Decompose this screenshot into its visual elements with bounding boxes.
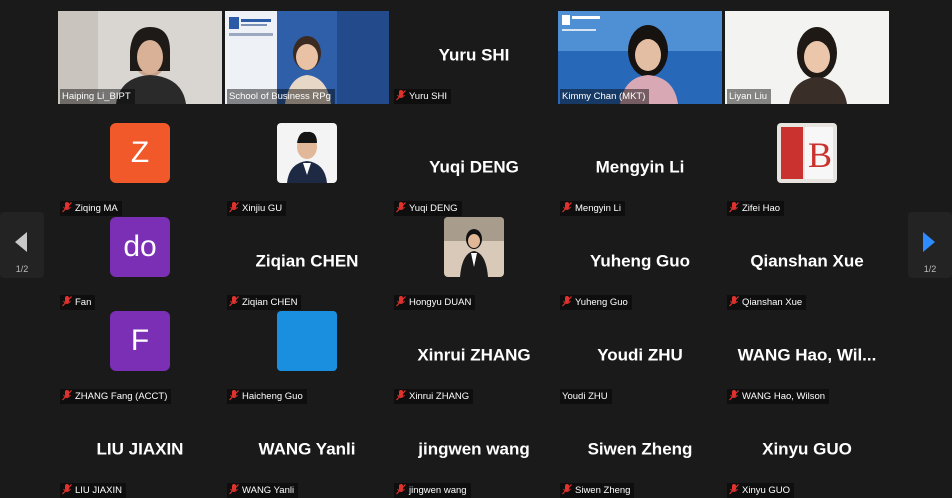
avatar xyxy=(277,311,337,371)
participant-tile[interactable]: do Fan xyxy=(58,217,222,310)
profile-photo xyxy=(444,217,504,277)
participant-name-label: School of Business RPg xyxy=(227,89,335,104)
muted-mic-icon xyxy=(562,484,572,495)
participant-tile[interactable]: jingwen wang jingwen wang xyxy=(392,405,556,498)
muted-mic-icon xyxy=(229,484,239,495)
avatar: F xyxy=(110,311,170,371)
participant-name-label: Xinyu GUO xyxy=(727,483,795,498)
participant-tile[interactable]: Siwen Zheng Siwen Zheng xyxy=(558,405,722,498)
muted-mic-icon xyxy=(62,390,72,401)
active-speaker-tile[interactable]: Kimmy Chan (MKT) xyxy=(558,11,722,104)
participant-tile[interactable]: Ziqian CHEN Ziqian CHEN xyxy=(225,217,389,310)
participant-display-name: Yuru SHI xyxy=(438,45,510,65)
muted-mic-icon xyxy=(229,390,239,401)
muted-mic-icon xyxy=(396,484,406,495)
participant-display-name: WANG Yanli xyxy=(258,439,356,459)
muted-mic-icon xyxy=(229,202,239,213)
participant-tile[interactable]: Yuru SHI Yuru SHI xyxy=(392,11,556,104)
participant-name-label: Yuheng Guo xyxy=(560,295,632,310)
participant-tile[interactable]: Yuheng Guo Yuheng Guo xyxy=(558,217,722,310)
participant-name-label: Youdi ZHU xyxy=(560,389,612,404)
profile-photo: B xyxy=(777,123,837,183)
participant-display-name: LIU JIAXIN xyxy=(96,439,184,459)
muted-mic-icon xyxy=(729,296,739,307)
muted-mic-icon xyxy=(62,202,72,213)
profile-photo xyxy=(277,123,337,183)
participant-name-label: jingwen wang xyxy=(394,483,471,498)
participant-name-label: Kimmy Chan (MKT) xyxy=(560,89,650,104)
participant-name-label: WANG Hao, Wilson xyxy=(727,389,830,404)
participant-tile[interactable]: School of Business RPg xyxy=(225,11,389,104)
participant-tile[interactable]: Haicheng Guo xyxy=(225,311,389,404)
gallery-grid: Haiping Li_BIPT School of Business RPg Y… xyxy=(58,11,892,498)
muted-mic-icon xyxy=(62,296,72,307)
muted-mic-icon xyxy=(396,202,406,213)
participant-tile[interactable]: Z Ziqing MA xyxy=(58,123,222,216)
muted-mic-icon xyxy=(396,296,406,307)
participant-tile[interactable]: Xinjiu GU xyxy=(225,123,389,216)
participant-tile[interactable]: Yuqi DENG Yuqi DENG xyxy=(392,123,556,216)
muted-mic-icon xyxy=(396,390,406,401)
chevron-left-icon xyxy=(15,232,27,252)
next-page-button[interactable]: 1/2 xyxy=(908,212,952,278)
participant-tile[interactable]: Mengyin Li Mengyin Li xyxy=(558,123,722,216)
participant-name-label: Liyan Liu xyxy=(727,89,772,104)
participant-display-name: Siwen Zheng xyxy=(587,439,693,459)
participant-tile[interactable]: Haiping Li_BIPT xyxy=(58,11,222,104)
participant-tile[interactable]: Xinyu GUO Xinyu GUO xyxy=(725,405,889,498)
participant-display-name: Mengyin Li xyxy=(595,157,685,177)
participant-name-label: LIU JIAXIN xyxy=(60,483,126,498)
participant-tile[interactable]: WANG Yanli WANG Yanli xyxy=(225,405,389,498)
avatar: do xyxy=(110,217,170,277)
participant-name-label: Xinjiu GU xyxy=(227,201,287,216)
participant-tile[interactable]: Xinrui ZHANG Xinrui ZHANG xyxy=(392,311,556,404)
participant-name-label: Siwen Zheng xyxy=(560,483,635,498)
svg-text:B: B xyxy=(808,135,832,175)
participant-tile[interactable]: Liyan Liu xyxy=(725,11,889,104)
participant-display-name: Ziqian CHEN xyxy=(255,251,359,271)
chevron-right-icon xyxy=(923,232,935,252)
participant-name-label: Ziqian CHEN xyxy=(227,295,302,310)
previous-page-button[interactable]: 1/2 xyxy=(0,212,44,278)
participant-name-label: Fan xyxy=(60,295,96,310)
participant-name-label: WANG Yanli xyxy=(227,483,299,498)
participant-name-label: Ziqing MA xyxy=(60,201,122,216)
participant-tile[interactable]: F ZHANG Fang (ACCT) xyxy=(58,311,222,404)
muted-mic-icon xyxy=(229,296,239,307)
participant-name-label: Hongyu DUAN xyxy=(394,295,476,310)
page-indicator-left: 1/2 xyxy=(15,264,29,274)
participant-name-label: ZHANG Fang (ACCT) xyxy=(60,389,172,404)
participant-display-name: jingwen wang xyxy=(418,439,530,459)
participant-tile[interactable]: Youdi ZHU Youdi ZHU xyxy=(558,311,722,404)
participant-display-name: Xinrui ZHANG xyxy=(417,345,531,365)
muted-mic-icon xyxy=(562,202,572,213)
participant-tile[interactable]: Hongyu DUAN xyxy=(392,217,556,310)
participant-name-label: Zifei Hao xyxy=(727,201,785,216)
participant-name-label: Xinrui ZHANG xyxy=(394,389,474,404)
participant-tile[interactable]: Qianshan Xue Qianshan Xue xyxy=(725,217,889,310)
participant-tile[interactable]: B Zifei Hao xyxy=(725,123,889,216)
participant-display-name: Xinyu GUO xyxy=(762,439,852,459)
participant-name-label: Haiping Li_BIPT xyxy=(60,89,135,104)
avatar: Z xyxy=(110,123,170,183)
participant-display-name: Yuqi DENG xyxy=(429,157,519,177)
muted-mic-icon xyxy=(562,296,572,307)
participant-tile[interactable]: LIU JIAXIN LIU JIAXIN xyxy=(58,405,222,498)
participant-name-label: Haicheng Guo xyxy=(227,389,307,404)
muted-mic-icon xyxy=(396,90,406,101)
muted-mic-icon xyxy=(62,484,72,495)
participant-tile[interactable]: WANG Hao, Wil... WANG Hao, Wilson xyxy=(725,311,889,404)
participant-display-name: Yuheng Guo xyxy=(589,251,691,271)
participant-name-label: Yuqi DENG xyxy=(394,201,462,216)
participant-name-label: Mengyin Li xyxy=(560,201,625,216)
participant-name-label: Qianshan Xue xyxy=(727,295,807,310)
muted-mic-icon xyxy=(729,202,739,213)
muted-mic-icon xyxy=(729,484,739,495)
participant-display-name: Youdi ZHU xyxy=(597,345,683,365)
participant-display-name: WANG Hao, Wil... xyxy=(737,345,877,365)
muted-mic-icon xyxy=(729,390,739,401)
participant-display-name: Qianshan Xue xyxy=(750,251,864,271)
participant-name-label: Yuru SHI xyxy=(394,89,452,104)
page-indicator-right: 1/2 xyxy=(923,264,937,274)
